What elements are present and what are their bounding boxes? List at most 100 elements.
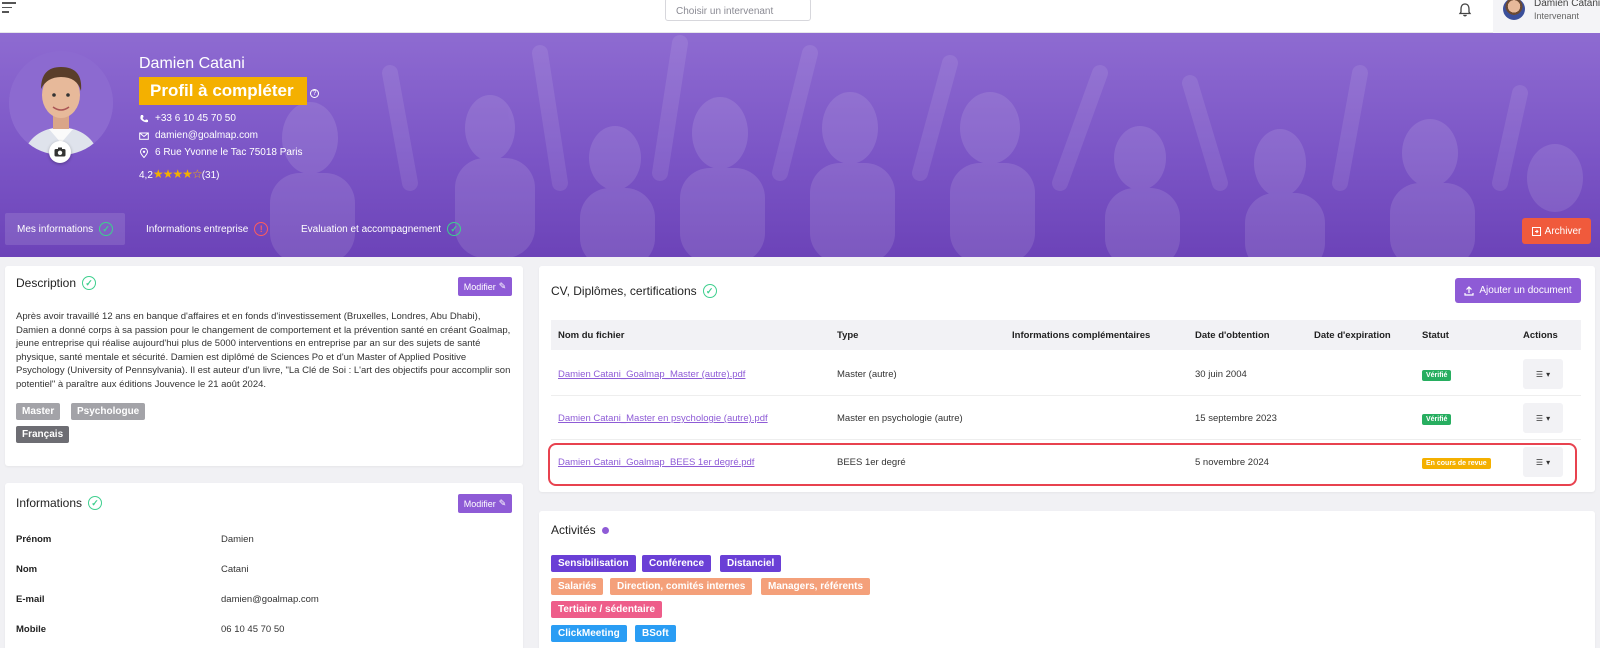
tab-label: Evaluation et accompagnement: [301, 223, 442, 235]
check-icon: ✓: [99, 222, 114, 236]
col-file-name: Nom du fichier: [558, 330, 625, 341]
activites-title: Activités: [551, 523, 609, 537]
profile-header: Damien Catani Profil à compléter ? +33 6…: [0, 33, 1600, 257]
mail-icon: [139, 132, 149, 140]
email-line: damien@goalmap.com: [139, 130, 258, 141]
pencil-icon: ✎: [498, 498, 507, 508]
camera-icon[interactable]: [49, 141, 71, 163]
info-icon[interactable]: [601, 526, 609, 534]
informations-card: Informations ✓ Modifier ✎ Prénom Damien N…: [5, 483, 523, 648]
col-type: Type: [837, 330, 859, 341]
col-info: Informations complémentaires: [1012, 330, 1151, 341]
tab-label: Informations entreprise: [146, 223, 249, 235]
phone-icon: [140, 114, 148, 122]
col-date-obtention: Date d'obtention: [1195, 330, 1270, 341]
tag-psychologue: Psychologue: [71, 403, 146, 420]
menu-icon[interactable]: [2, 2, 16, 14]
review-count: (31): [201, 170, 220, 181]
tab-mes-informations[interactable]: Mes informations ✓: [5, 213, 126, 245]
chevron-down-icon: ▾: [1546, 369, 1551, 379]
profile-avatar: [9, 51, 113, 155]
info-value: Catani: [221, 564, 249, 575]
sliders-icon: ☰: [1535, 369, 1544, 379]
check-icon: ✓: [88, 496, 103, 510]
alert-icon: !: [254, 222, 269, 236]
info-label: Mobile: [16, 624, 47, 635]
address: 6 Rue Yvonne le Tac 75018 Paris: [155, 147, 303, 158]
phone-line: +33 6 10 45 70 50: [139, 113, 236, 124]
edit-informations-button[interactable]: Modifier ✎: [458, 494, 512, 513]
description-title: Description ✓: [16, 276, 97, 290]
date-obtention: 15 septembre 2023: [1195, 413, 1277, 424]
activity-tag: Salariés: [551, 578, 604, 595]
description-title-text: Description: [16, 276, 77, 290]
chevron-down-icon: ▾: [1546, 413, 1551, 423]
profile-name: Damien Catani: [139, 55, 245, 72]
status-badge: Vérifié: [1422, 370, 1452, 381]
upload-icon: [1464, 285, 1474, 296]
archive-icon: [1531, 226, 1541, 236]
tab-label: Mes informations: [17, 223, 94, 235]
add-document-button[interactable]: Ajouter un document: [1455, 278, 1581, 303]
intervenant-picker[interactable]: Choisir un intervenant: [665, 0, 811, 21]
rating-stars: ★★★★☆: [152, 167, 203, 181]
top-bar: Choisir un intervenant Damien Catani Int…: [0, 0, 1600, 33]
activity-tag: Direction, comités internes: [610, 578, 753, 595]
user-menu[interactable]: Damien Catani Intervenant: [1493, 0, 1600, 33]
col-actions: Actions: [1523, 330, 1558, 341]
file-link[interactable]: Damien Catani_Goalmap_Master (autre).pdf: [558, 369, 745, 380]
description-text: Après avoir travaillé 12 ans en banque d…: [16, 311, 511, 390]
check-icon: ✓: [82, 276, 97, 290]
activity-tag: Distanciel: [720, 555, 782, 572]
activity-tag: Conférence: [642, 555, 712, 572]
documents-title-text: CV, Diplômes, certifications: [551, 284, 697, 298]
email-address: damien@goalmap.com: [155, 130, 258, 141]
tab-informations-entreprise[interactable]: Informations entreprise !: [146, 213, 269, 245]
edit-description-button[interactable]: Modifier ✎: [458, 277, 512, 296]
edit-label: Modifier: [463, 281, 496, 292]
informations-title: Informations ✓: [16, 496, 103, 510]
profile-status-badge: Profil à compléter: [139, 77, 307, 105]
help-icon[interactable]: ?: [310, 89, 319, 98]
phone-number: +33 6 10 45 70 50: [155, 113, 236, 124]
info-value: Damien: [221, 534, 254, 545]
info-label: Nom: [16, 564, 38, 575]
location-icon: [139, 147, 149, 158]
col-date-expiration: Date d'expiration: [1314, 330, 1391, 341]
info-label: E-mail: [16, 594, 45, 605]
activity-tag: Sensibilisation: [551, 555, 636, 572]
file-link[interactable]: Damien Catani_Master en psychologie (aut…: [558, 413, 768, 424]
documents-table-header: Nom du fichier Type Informations complém…: [551, 320, 1581, 350]
rating: 4,2★★★★☆(31): [139, 167, 220, 181]
check-icon: ✓: [447, 222, 462, 236]
tab-evaluation-accompagnement[interactable]: Evaluation et accompagnement ✓: [301, 213, 462, 245]
activity-tag: ClickMeeting: [551, 625, 627, 642]
description-card: Description ✓ Modifier ✎ Après avoir trav…: [5, 266, 523, 466]
address-line: 6 Rue Yvonne le Tac 75018 Paris: [139, 147, 303, 158]
row-actions-button[interactable]: ☰ ▾: [1523, 403, 1563, 433]
highlighted-row-outline: [548, 443, 1577, 486]
date-obtention: 30 juin 2004: [1195, 369, 1247, 380]
sliders-icon: ☰: [1535, 413, 1544, 423]
activity-tag: BSoft: [635, 625, 676, 642]
table-row: Damien Catani_Goalmap_Master (autre).pdf…: [551, 352, 1581, 396]
user-name: Damien Catani: [1534, 0, 1600, 9]
user-avatar: [1503, 0, 1525, 20]
informations-title-text: Informations: [16, 496, 83, 510]
bell-icon[interactable]: [1457, 2, 1473, 18]
row-actions-button[interactable]: ☰ ▾: [1523, 359, 1563, 389]
tag-francais: Français: [16, 426, 70, 443]
archive-button[interactable]: Archiver: [1522, 218, 1591, 244]
info-value: 06 10 45 70 50: [221, 624, 285, 635]
user-role: Intervenant: [1534, 11, 1580, 21]
tag-master: Master: [16, 403, 61, 420]
col-statut: Statut: [1422, 330, 1449, 341]
add-document-label: Ajouter un document: [1479, 285, 1572, 296]
archive-label: Archiver: [1544, 225, 1582, 237]
status-badge: Vérifié: [1422, 414, 1452, 425]
activites-title-text: Activités: [551, 523, 596, 537]
documents-title: CV, Diplômes, certifications ✓: [551, 284, 717, 298]
rating-value: 4,2: [139, 170, 153, 181]
activity-tag: Managers, référents: [761, 578, 871, 595]
info-value: damien@goalmap.com: [221, 594, 319, 605]
